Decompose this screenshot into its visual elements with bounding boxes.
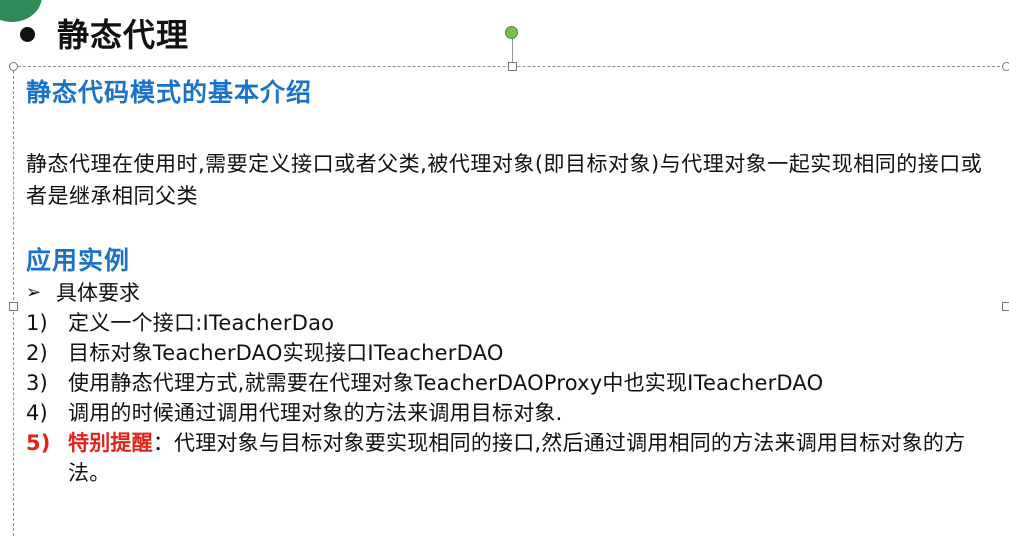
list-item: 3) 使用静态代理方式,就需要在代理对象TeacherDAOProxy中也实现I… <box>26 368 1001 398</box>
list-text: 调用的时候通过调用代理对象的方法来调用目标对象. <box>68 401 563 425</box>
requirement-label: 具体要求 <box>56 281 140 305</box>
note-item: 5) 特别提醒：代理对象与目标对象要实现相同的接口,然后通过调用相同的方法来调用… <box>26 428 1001 488</box>
title-row: 静态代理 <box>20 10 189 56</box>
intro-paragraph: 静态代理在使用时,需要定义接口或者父类,被代理对象(即目标对象)与代理对象一起实… <box>26 152 983 208</box>
section-heading-intro: 静态代码模式的基本介绍 <box>26 78 313 107</box>
list-item: 1) 定义一个接口:ITeacherDao <box>26 308 1001 338</box>
note-body: 特别提醒：代理对象与目标对象要实现相同的接口,然后通过调用相同的方法来调用目标对… <box>68 428 1001 488</box>
resize-handle-top[interactable] <box>508 62 517 71</box>
list-item: 2) 目标对象TeacherDAO实现接口ITeacherDAO <box>26 338 1001 368</box>
list-item: 4) 调用的时候通过调用代理对象的方法来调用目标对象. <box>26 398 1001 428</box>
resize-handle-top-right[interactable] <box>1002 62 1009 71</box>
note-separator: ： <box>152 431 175 455</box>
rotate-handle[interactable] <box>505 26 518 39</box>
resize-handle-left[interactable] <box>9 302 18 311</box>
bullet-icon <box>20 26 35 42</box>
list-number: 2) <box>26 341 48 365</box>
list-text: 定义一个接口:ITeacherDao <box>68 311 335 335</box>
arrow-right-icon: ➢ <box>26 282 42 303</box>
page-title[interactable]: 静态代理 <box>57 10 189 56</box>
note-text: 代理对象与目标对象要实现相同的接口,然后通过调用相同的方法来调用目标对象的方法。 <box>68 431 966 485</box>
requirement-row: ➢ 具体要求 <box>26 278 1001 308</box>
list-text: 目标对象TeacherDAO实现接口ITeacherDAO <box>68 341 504 365</box>
requirement-list: 1) 定义一个接口:ITeacherDao 2) 目标对象TeacherDAO实… <box>26 308 1001 488</box>
list-number: 1) <box>26 311 48 335</box>
list-text: 使用静态代理方式,就需要在代理对象TeacherDAOProxy中也实现ITea… <box>68 371 824 395</box>
list-number: 4) <box>26 401 48 425</box>
list-number: 3) <box>26 371 48 395</box>
section-heading-example: 应用实例 <box>26 246 131 275</box>
slide-content[interactable]: 静态代码模式的基本介绍 静态代理在使用时,需要定义接口或者父类,被代理对象(即目… <box>26 76 1001 488</box>
note-number: 5) <box>26 431 51 455</box>
note-label: 特别提醒 <box>68 431 153 455</box>
rotate-connector <box>512 36 513 63</box>
resize-handle-right[interactable] <box>1002 302 1009 311</box>
resize-handle-top-left[interactable] <box>9 62 18 71</box>
